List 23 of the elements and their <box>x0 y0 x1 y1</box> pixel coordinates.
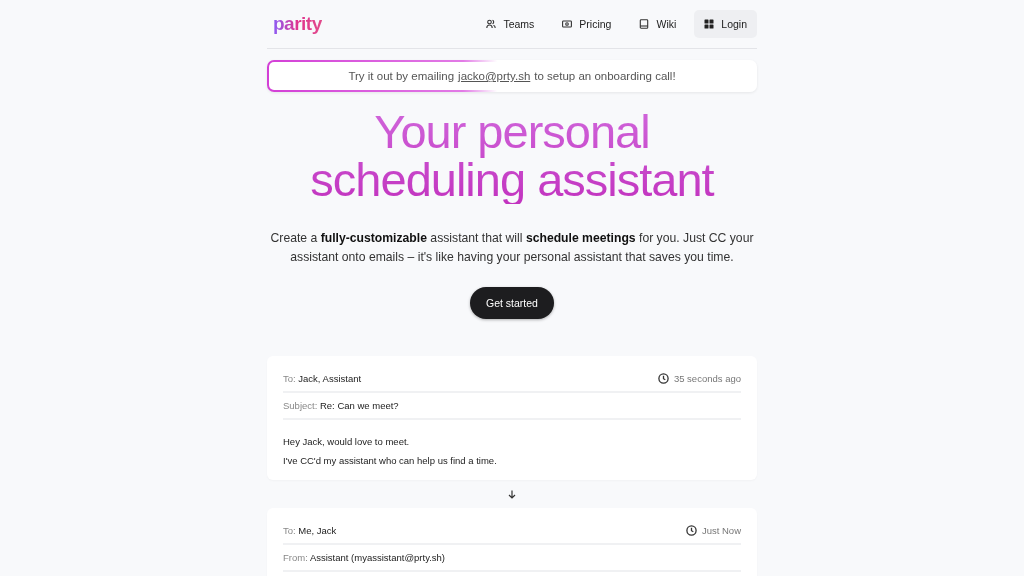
nav-link[interactable]: Wiki <box>629 10 687 38</box>
email-field: To: Jack, Assistant <box>283 373 362 384</box>
banner-text: Try it out by emailing <box>348 70 455 82</box>
intro-text: Create a fully-customizable assistant that will schedule meetings for you. Just CC your assistant onto emails – it's like having your personal assistant that saves you time. <box>269 230 755 266</box>
clock-icon <box>657 373 669 384</box>
email-field: From: Assistant (myassistant@prty.sh) <box>283 552 446 563</box>
clock-icon <box>685 525 697 536</box>
nav-link[interactable]: Teams <box>476 10 545 38</box>
email-body-text: I've CC'd my assistant who can help us find a time. <box>283 455 498 466</box>
email-link[interactable]: jacko@prty.sh <box>458 70 531 82</box>
banknote-icon <box>562 19 573 29</box>
book-icon <box>639 19 650 29</box>
timestamp: Just Now <box>701 525 741 536</box>
email-body-text: Hey Jack, would love to meet. <box>283 436 411 447</box>
banner-text: to setup an onboarding call! <box>534 70 676 82</box>
grid-icon <box>704 19 715 29</box>
get-started-button[interactable]: Get started <box>470 287 554 319</box>
people-icon <box>486 19 497 29</box>
down-arrow-icon <box>508 490 516 499</box>
nav-link[interactable]: Pricing <box>552 10 622 38</box>
email-field: To: Me, Jack <box>283 525 337 536</box>
email-field: Subject: Re: Can we meet? <box>283 400 399 411</box>
timestamp: 35 seconds ago <box>673 373 741 384</box>
